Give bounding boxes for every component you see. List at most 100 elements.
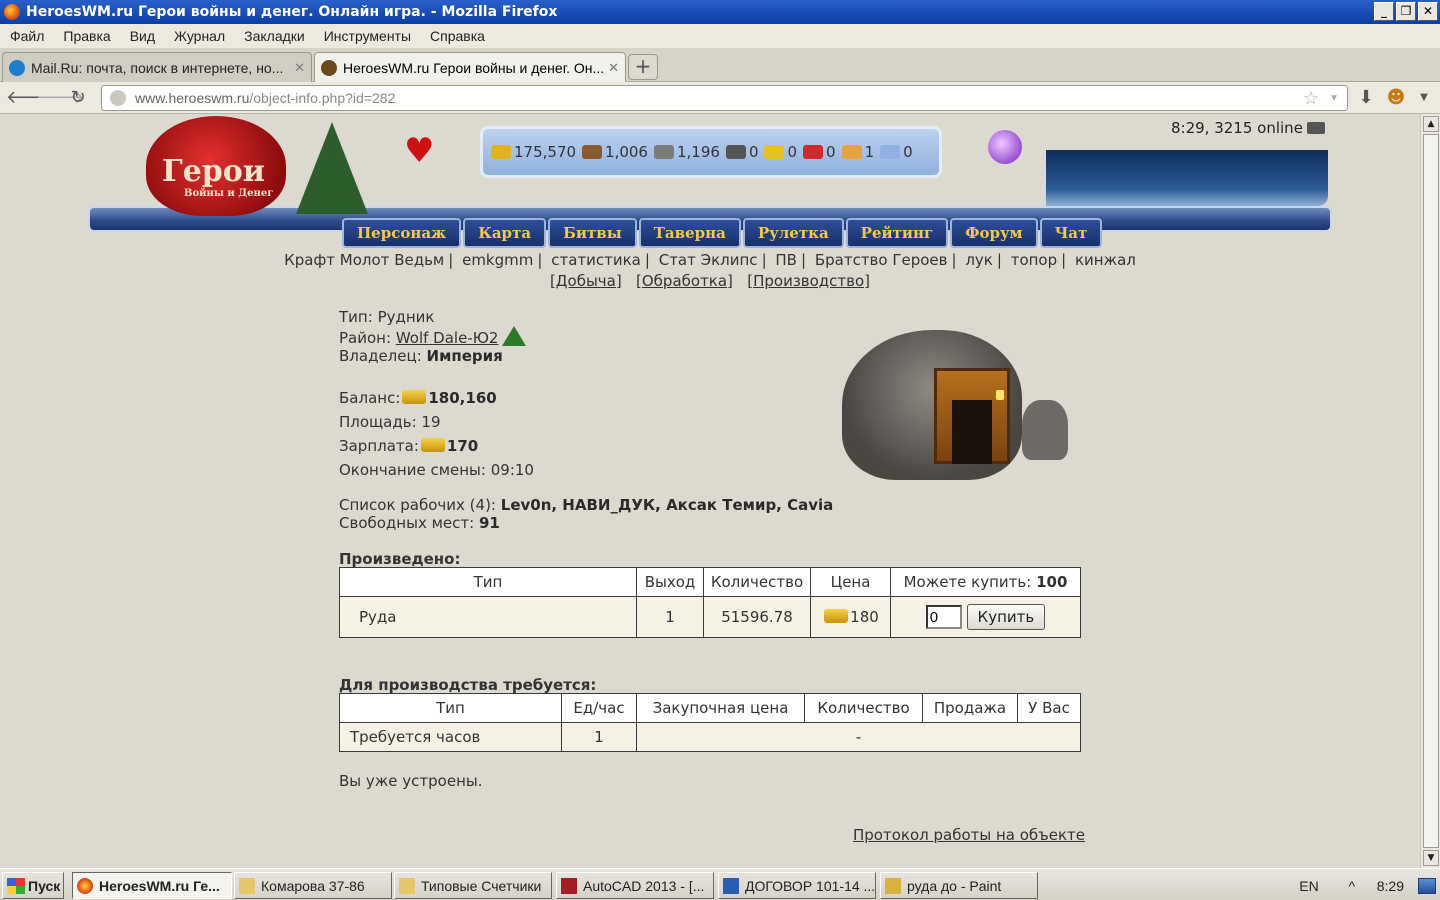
nav-character[interactable]: Персонаж xyxy=(342,218,462,248)
menu-view[interactable]: Вид xyxy=(130,28,155,44)
diamond-icon xyxy=(880,145,901,159)
buy-button[interactable]: Купить xyxy=(966,604,1046,630)
resources-panel: 175,570 1,006 1,196 0 0 0 1 0 xyxy=(480,126,942,178)
mana-potion-icon xyxy=(988,130,1022,164)
sublink-mining[interactable]: [Добыча] xyxy=(550,272,622,290)
wood-value: 1,006 xyxy=(605,143,648,161)
resource-gems: 1 xyxy=(841,143,874,161)
tab-heroeswm[interactable]: HeroesWM.ru Герои войны и денег. Он... ✕ xyxy=(314,52,626,83)
mine-image xyxy=(842,310,1072,490)
sulfur-icon xyxy=(764,145,785,159)
tray-expand-icon[interactable]: ^ xyxy=(1343,878,1361,894)
quicklink[interactable]: emkgmm xyxy=(462,251,533,269)
quicklink[interactable]: кинжал xyxy=(1075,251,1136,269)
table-header-row: Тип Ед/час Закупочная цена Количество Пр… xyxy=(339,693,1081,723)
quicklink[interactable]: Стат Эклипс xyxy=(659,251,758,269)
taskbar-item-word[interactable]: ДОГОВОР 101-14 ... xyxy=(718,872,876,899)
nav-tavern[interactable]: Таверна xyxy=(638,218,741,248)
area-value: 19 xyxy=(421,413,441,431)
shift-end-line: Окончание смены: 09:10 xyxy=(339,461,534,479)
menu-help[interactable]: Справка xyxy=(430,28,485,44)
menu-file[interactable]: Файл xyxy=(10,28,44,44)
time-online-text: 8:29, 3215 online xyxy=(1171,119,1303,137)
menu-dropdown-icon[interactable]: ▼ xyxy=(1414,88,1434,108)
sublink-processing[interactable]: [Обработка] xyxy=(636,272,733,290)
shift-end-value: 09:10 xyxy=(490,461,534,479)
nav-rating[interactable]: Рейтинг xyxy=(845,218,949,248)
forward-arrow-icon[interactable]: 🡒 xyxy=(36,88,84,108)
quicklink[interactable]: Братство Героев xyxy=(815,251,948,269)
protocol-link[interactable]: Протокол работы на объекте xyxy=(853,826,1085,844)
taskbar-item-paint[interactable]: руда до - Paint xyxy=(880,872,1038,899)
downloads-icon[interactable]: ⬇ xyxy=(1356,88,1376,108)
nav-battles[interactable]: Битвы xyxy=(548,218,637,248)
balance-value: 180,160 xyxy=(428,389,497,407)
gold-icon xyxy=(402,390,427,404)
taskbar-item-firefox[interactable]: HeroesWM.ru Ге... xyxy=(72,872,232,899)
quicklink[interactable]: лук xyxy=(965,251,993,269)
taskbar-item-folder[interactable]: Типовые Счетчики xyxy=(394,872,552,899)
window-controls: _ ❐ ✕ xyxy=(1374,2,1438,21)
new-tab-button[interactable]: + xyxy=(628,54,658,80)
logo-text: Герои xyxy=(162,154,266,189)
buy-quantity-input[interactable] xyxy=(925,605,962,629)
menu-history[interactable]: Журнал xyxy=(174,28,225,44)
tab-close-icon[interactable]: ✕ xyxy=(608,60,619,76)
taskbar-item-autocad[interactable]: AutoCAD 2013 - [... xyxy=(556,872,714,899)
addon-icon[interactable]: ☻ xyxy=(1386,88,1406,108)
game-logo[interactable]: Герои Войны и Денег xyxy=(146,116,286,216)
windows-logo-icon xyxy=(7,877,25,894)
minimize-button[interactable]: _ xyxy=(1374,2,1394,21)
scroll-up-icon[interactable]: ▲ xyxy=(1423,116,1439,132)
menu-tools[interactable]: Инструменты xyxy=(324,28,411,44)
taskbar-item-folder[interactable]: Комарова 37-86 xyxy=(234,872,392,899)
district-link[interactable]: Wolf Dale-Ю2 xyxy=(396,329,499,347)
scroll-thumb[interactable] xyxy=(1423,134,1439,848)
table-header-row: Тип Выход Количество Цена Можете купить:… xyxy=(339,567,1081,597)
quicklink[interactable]: ПВ xyxy=(775,251,797,269)
nav-chat[interactable]: Чат xyxy=(1039,218,1103,248)
ore-icon xyxy=(653,145,674,159)
nav-map[interactable]: Карта xyxy=(463,218,547,248)
nav-forum[interactable]: Форум xyxy=(950,218,1038,248)
game-header: Герои Войны и Денег ♥ 175,570 1,006 1,19… xyxy=(88,116,1332,252)
tab-close-icon[interactable]: ✕ xyxy=(294,60,305,76)
produced-table: Тип Выход Количество Цена Можете купить:… xyxy=(339,567,1081,638)
url-dropdown-icon[interactable]: ▼ xyxy=(1329,93,1339,104)
row-quantity: 51596.78 xyxy=(703,596,811,638)
gold-icon xyxy=(824,609,849,623)
district-tree-icon xyxy=(502,326,527,346)
back-arrow-icon[interactable]: 🡐 xyxy=(6,88,54,108)
autocad-icon xyxy=(561,877,577,894)
scroll-down-icon[interactable]: ▼ xyxy=(1423,850,1439,866)
site-identity-icon[interactable] xyxy=(110,90,126,106)
start-button[interactable]: Пуск xyxy=(2,872,64,899)
can-buy-value: 100 xyxy=(1036,573,1068,591)
show-desktop-icon[interactable] xyxy=(1418,877,1436,894)
object-type-line: Тип: Рудник xyxy=(339,308,435,326)
online-users-icon[interactable] xyxy=(1306,122,1325,134)
quicklink[interactable]: топор xyxy=(1011,251,1057,269)
menu-edit[interactable]: Правка xyxy=(63,28,110,44)
quicklink[interactable]: Крафт Молот Ведьм xyxy=(284,251,444,269)
mailru-favicon-icon xyxy=(9,59,25,76)
quicklink[interactable]: статистика xyxy=(551,251,641,269)
diamonds-value: 0 xyxy=(903,143,913,161)
nav-roulette[interactable]: Рулетка xyxy=(742,218,844,248)
language-indicator[interactable]: EN xyxy=(1299,878,1318,894)
close-button[interactable]: ✕ xyxy=(1418,2,1438,21)
sublink-production[interactable]: [Производство] xyxy=(747,272,870,290)
workers-list[interactable]: Lev0n, НАВИ_ДУК, Аксак Темир, Cavia xyxy=(501,496,834,514)
col-output: Выход xyxy=(636,567,704,597)
tab-mailru[interactable]: Mail.Ru: почта, поиск в интернете, но...… xyxy=(2,52,312,82)
restore-button[interactable]: ❐ xyxy=(1396,2,1416,21)
tray-clock[interactable]: 8:29 xyxy=(1377,878,1404,894)
gold-icon xyxy=(491,145,511,159)
url-bar[interactable]: www.heroeswm.ru/object-info.php?id=282 ☆… xyxy=(101,85,1348,111)
menu-bookmarks[interactable]: Закладки xyxy=(244,28,305,44)
mercury-value: 0 xyxy=(748,143,759,161)
bookmark-star-icon[interactable]: ☆ xyxy=(1303,88,1319,109)
page-scrollbar[interactable]: ▲ ▼ xyxy=(1420,114,1440,868)
reload-icon[interactable]: ↻ xyxy=(68,88,88,108)
gems-icon xyxy=(841,145,862,159)
